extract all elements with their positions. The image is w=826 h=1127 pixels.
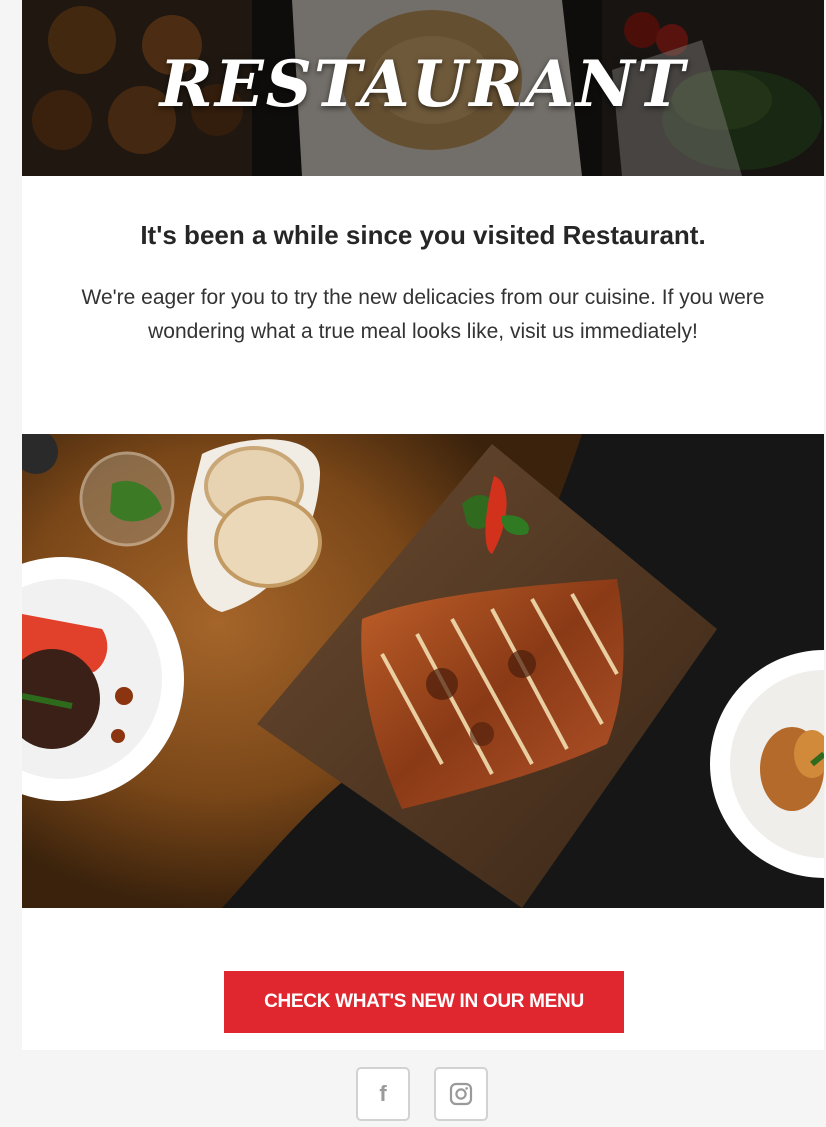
email-card: RESTAURANT It's been a while since you v… — [22, 0, 824, 1050]
cta-section: CHECK WHAT'S NEW IN OUR MENU — [22, 908, 824, 1050]
intro-heading: It's been a while since you visited Rest… — [140, 220, 706, 250]
header-banner: RESTAURANT — [22, 0, 824, 176]
food-photo — [22, 434, 824, 908]
steak-board-illustration — [22, 434, 824, 908]
instagram-link[interactable] — [434, 1067, 488, 1121]
intro-body: We're eager for you to try the new delic… — [81, 286, 765, 343]
check-menu-button[interactable]: CHECK WHAT'S NEW IN OUR MENU — [224, 971, 624, 1033]
footer: f — [0, 1050, 826, 1127]
brand-logo: RESTAURANT — [159, 46, 687, 122]
instagram-icon — [449, 1082, 473, 1106]
facebook-icon: f — [379, 1081, 387, 1106]
facebook-link[interactable]: f — [356, 1067, 410, 1121]
intro-section: It's been a while since you visited Rest… — [22, 176, 824, 434]
